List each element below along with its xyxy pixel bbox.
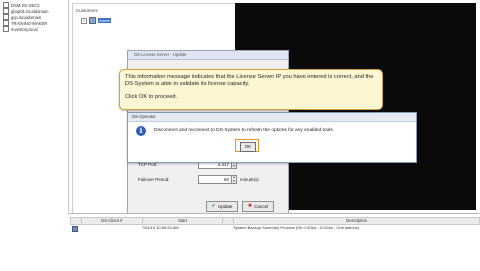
column-header[interactable]: DS-Client #: [82, 218, 143, 224]
column-header[interactable]: [223, 218, 235, 224]
expand-icon[interactable]: +: [81, 17, 87, 24]
column-header[interactable]: Description: [234, 218, 479, 224]
info-dialog-title: DS-Operator: [128, 113, 416, 122]
cancel-button[interactable]: ✖ Cancel: [242, 201, 274, 212]
failover-spinner[interactable]: ▲ ▼: [232, 175, 237, 184]
cancel-button-label: Cancel: [254, 204, 269, 209]
server-item-label: TRAINING-MAKER: [11, 20, 48, 26]
row-icon-cell: [70, 225, 80, 232]
failover-unit: minute(s): [240, 177, 259, 182]
client-cell: [80, 225, 141, 231]
server-item-label: gbop01.localdomain: [11, 8, 49, 14]
server-item-label: gcp.localdomain: [11, 14, 42, 20]
failover-label: Failover Period:: [138, 177, 170, 182]
customer-tree-node[interactable]: + Admin: [81, 17, 112, 24]
server-list-panel: DSM-2G-SEC2 gbop01.localdomain gcp.local…: [0, 0, 69, 212]
description-cell: System Backup Summary Process (Ok 0.0Gbs…: [233, 225, 360, 230]
event-table-header: DS-Client # Start Description: [70, 217, 480, 225]
customer-tree-label[interactable]: Admin: [98, 18, 112, 23]
server-item-label: Inventory.local: [11, 26, 38, 32]
info-message: Disconnect and reconnect to DS-System to…: [154, 128, 334, 133]
update-button-label: Update: [217, 204, 233, 209]
server-item-label: DSM-2G-SEC2: [11, 2, 40, 8]
server-item[interactable]: Inventory.local: [3, 26, 38, 32]
check-icon: ✔: [211, 203, 216, 209]
column-header[interactable]: [71, 218, 82, 224]
update-button[interactable]: ✔ Update: [206, 201, 238, 212]
callout-instruction: Click OK to proceed.: [125, 94, 178, 100]
info-icon: i: [136, 126, 146, 136]
failover-row: Failover Period: 60 ▲ ▼ minute(s): [138, 175, 259, 184]
ok-button[interactable]: OK: [240, 142, 256, 152]
start-cell: 7/24/19 10:50:25 AM: [141, 225, 179, 230]
failover-input[interactable]: 60: [198, 175, 232, 184]
info-dialog: DS-Operator i Disconnect and reconnect t…: [127, 112, 417, 163]
table-row[interactable]: 7/24/19 10:50:25 AM System Backup Summar…: [70, 225, 478, 232]
folder-icon: [89, 17, 96, 24]
server-icon: [3, 26, 9, 32]
event-log-panel: DS-Client # Start Description 7/24/19 10…: [68, 213, 480, 271]
tutorial-callout: This information message indicates that …: [119, 69, 383, 110]
column-header[interactable]: Start: [143, 218, 224, 224]
license-dialog-title: DS-License Server - Update: [128, 51, 288, 60]
callout-text: This information message indicates that …: [125, 74, 374, 87]
event-icon: [72, 226, 78, 232]
blank-cell: [221, 225, 232, 231]
cross-icon: ✖: [247, 203, 253, 209]
customers-title: Customers: [76, 8, 98, 13]
